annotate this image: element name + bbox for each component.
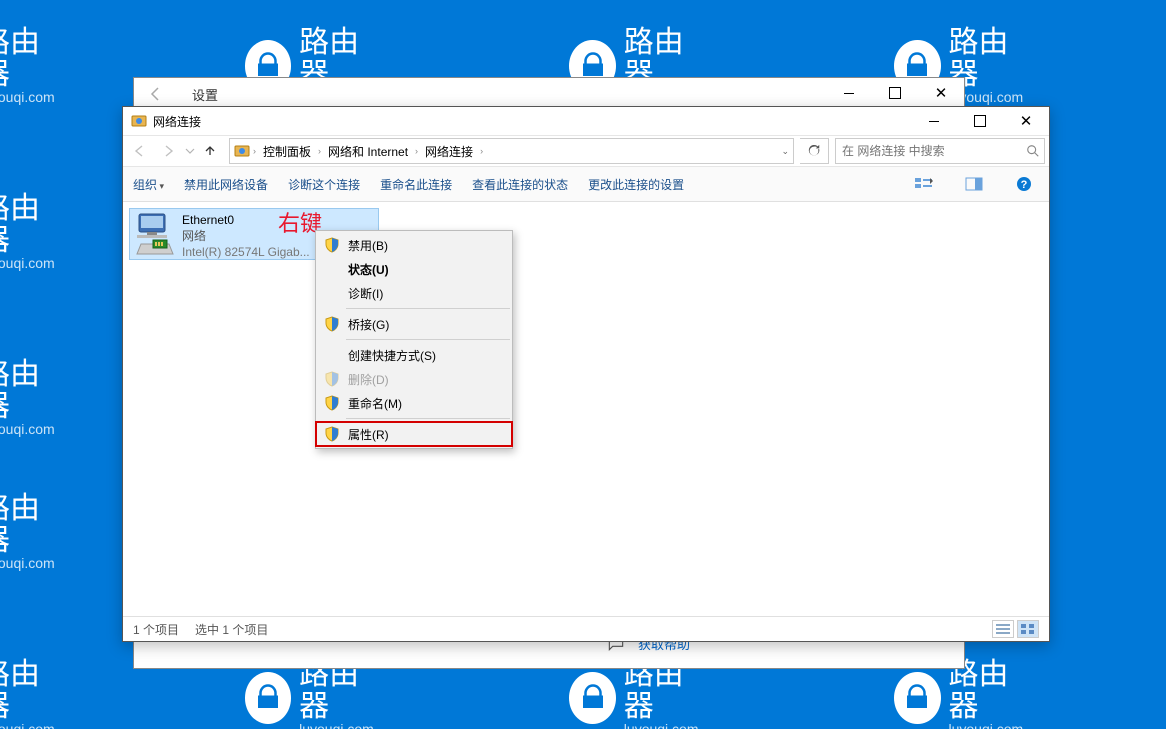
cmd-change-settings[interactable]: 更改此连接的设置 — [588, 176, 684, 193]
search-icon — [1026, 144, 1040, 158]
status-bar: 1 个项目 选中 1 个项目 — [123, 616, 1049, 641]
shield-icon — [324, 237, 340, 253]
address-bar: › 控制面板 › 网络和 Internet › 网络连接 › ⌄ — [123, 135, 1049, 167]
ctx-create-shortcut[interactable]: 创建快捷方式(S) — [316, 343, 512, 367]
view-options-button[interactable] — [909, 172, 939, 196]
settings-title-text: 设置 — [192, 85, 218, 104]
cmd-disable-device[interactable]: 禁用此网络设备 — [184, 176, 268, 193]
network-adapter-icon — [135, 212, 175, 256]
shield-icon — [324, 371, 340, 387]
ctx-disable[interactable]: 禁用(B) — [316, 233, 512, 257]
shield-icon — [324, 426, 340, 442]
network-folder-icon — [234, 143, 250, 159]
help-button[interactable]: ? — [1009, 172, 1039, 196]
ctx-rename[interactable]: 重命名(M) — [316, 391, 512, 415]
svg-text:?: ? — [1021, 179, 1028, 191]
cmd-view-status[interactable]: 查看此连接的状态 — [472, 176, 568, 193]
cmd-diagnose[interactable]: 诊断这个连接 — [288, 176, 360, 193]
shield-icon — [324, 395, 340, 411]
nav-history-dropdown[interactable] — [185, 146, 195, 156]
adapter-device: Intel(R) 82574L Gigab... — [182, 244, 310, 260]
ctx-properties[interactable]: 属性(R) — [316, 422, 512, 446]
nav-up-button[interactable] — [197, 139, 223, 163]
nav-back-button[interactable] — [127, 139, 153, 163]
settings-minimize-button[interactable] — [826, 78, 872, 108]
status-selection: 选中 1 个项目 — [195, 621, 268, 638]
breadcrumb-control-panel[interactable]: 控制面板 — [259, 142, 315, 161]
context-menu: 禁用(B) 状态(U) 诊断(I) 桥接(G) 创建快捷方式(S) 删除(D) — [315, 230, 513, 449]
adapter-name: Ethernet0 — [182, 212, 310, 228]
breadcrumb-network-connections[interactable]: 网络连接 — [421, 142, 477, 161]
cmd-organize[interactable]: 组织 — [133, 176, 164, 193]
explorer-titlebar[interactable]: 网络连接 ✕ — [123, 107, 1049, 135]
breadcrumb-dropdown[interactable]: ⌄ — [781, 146, 789, 157]
ctx-status[interactable]: 状态(U) — [316, 257, 512, 281]
network-connections-window: 网络连接 ✕ › 控制面板 › 网络和 Internet — [122, 106, 1050, 642]
ctx-bridge[interactable]: 桥接(G) — [316, 312, 512, 336]
view-tiles-button[interactable] — [1017, 620, 1039, 638]
shield-icon — [324, 316, 340, 332]
settings-close-button[interactable]: ✕ — [918, 78, 964, 108]
explorer-close-button[interactable]: ✕ — [1003, 107, 1049, 135]
status-item-count: 1 个项目 — [133, 621, 179, 638]
ctx-diagnose[interactable]: 诊断(I) — [316, 281, 512, 305]
cmd-rename[interactable]: 重命名此连接 — [380, 176, 452, 193]
view-details-button[interactable] — [992, 620, 1014, 638]
network-folder-icon — [131, 113, 147, 129]
breadcrumb[interactable]: › 控制面板 › 网络和 Internet › 网络连接 › ⌄ — [229, 138, 794, 164]
search-input[interactable] — [840, 143, 1026, 159]
command-bar: 组织 禁用此网络设备 诊断这个连接 重命名此连接 查看此连接的状态 更改此连接的… — [123, 167, 1049, 202]
settings-maximize-button[interactable] — [872, 78, 918, 108]
adapter-list-area[interactable]: Ethernet0 网络 Intel(R) 82574L Gigab... 右键… — [123, 202, 1049, 632]
explorer-title-text: 网络连接 — [153, 113, 201, 130]
breadcrumb-network-internet[interactable]: 网络和 Internet — [324, 142, 412, 161]
explorer-minimize-button[interactable] — [911, 107, 957, 135]
search-box[interactable] — [835, 138, 1045, 164]
refresh-button[interactable] — [800, 138, 829, 164]
preview-pane-button[interactable] — [959, 172, 989, 196]
explorer-maximize-button[interactable] — [957, 107, 1003, 135]
adapter-status: 网络 — [182, 228, 310, 244]
nav-forward-button[interactable] — [155, 139, 181, 163]
ctx-delete: 删除(D) — [316, 367, 512, 391]
back-icon[interactable] — [148, 86, 164, 105]
